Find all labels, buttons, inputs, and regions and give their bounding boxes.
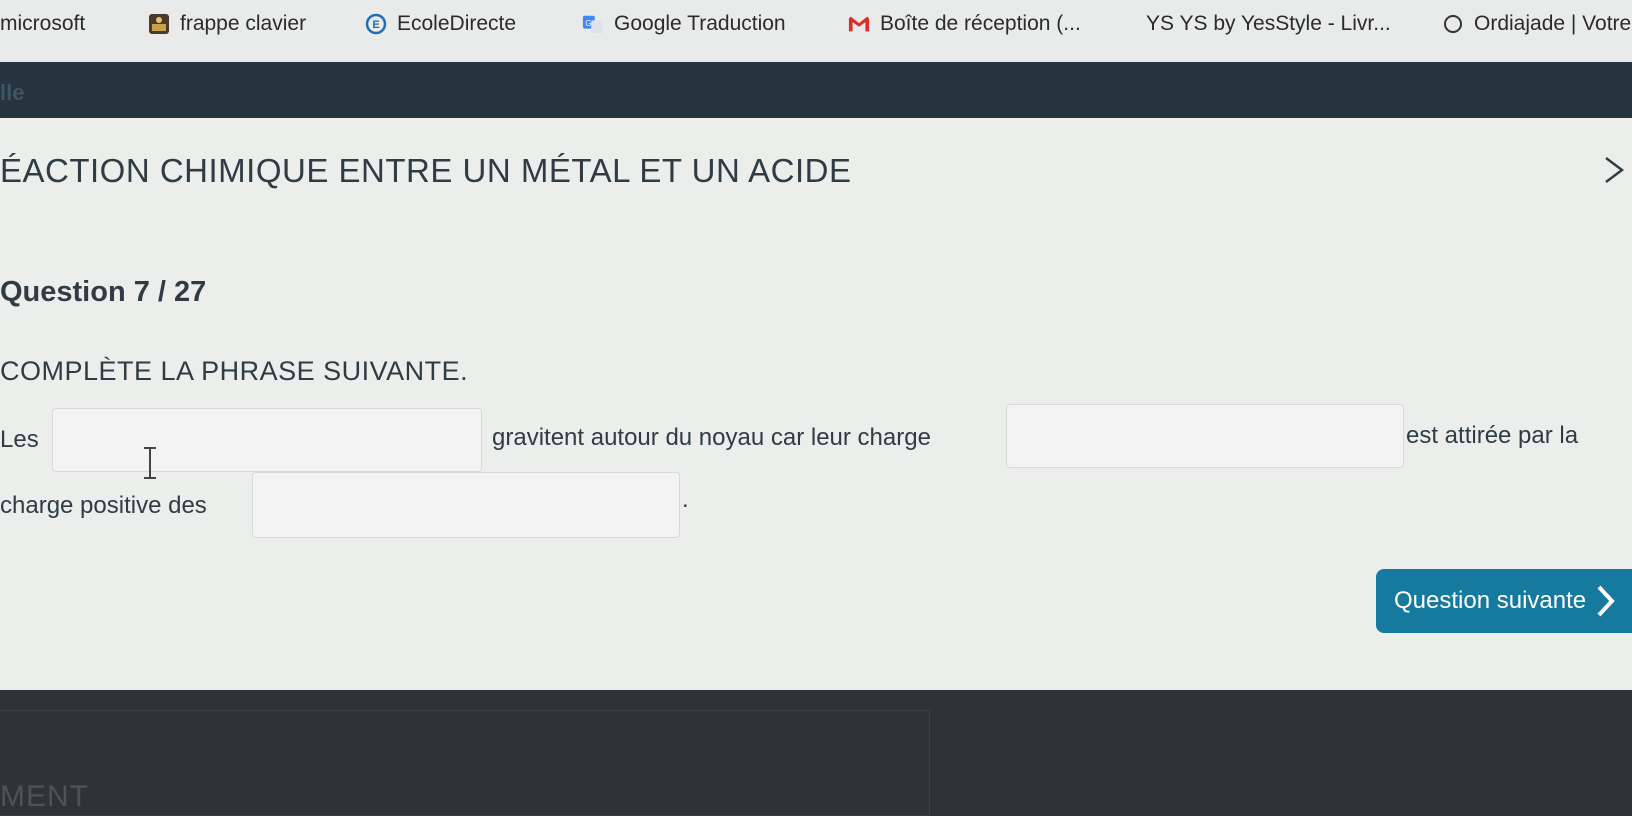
text-cursor-icon	[144, 447, 156, 479]
next-question-label: Question suivante	[1394, 587, 1587, 614]
bookmarks-bar: microsoft frappe clavier E EcoleDirecte …	[0, 0, 1632, 62]
blank-input-1[interactable]	[52, 408, 482, 472]
keyboard-app-icon	[148, 13, 170, 35]
page-title: ÉACTION CHIMIQUE ENTRE UN MÉTAL ET UN AC…	[0, 152, 852, 189]
chevron-right-icon[interactable]	[1602, 156, 1626, 184]
bookmark-label: Boîte de réception (...	[880, 12, 1081, 35]
footer-label: MENT	[0, 780, 89, 813]
bookmark-yesstyle[interactable]: YS YS by YesStyle - Livr...	[1146, 12, 1391, 36]
question-number: Question 7 / 27	[0, 276, 207, 308]
footer-panel	[0, 710, 930, 816]
sentence-part-2: gravitent autour du noyau car leur charg…	[492, 424, 931, 451]
bookmark-label: frappe clavier	[180, 12, 307, 35]
question-instruction: COMPLÈTE LA PHRASE SUIVANTE.	[0, 356, 469, 386]
gmail-icon	[848, 13, 870, 35]
google-translate-icon: G	[582, 13, 604, 35]
sentence-part-1: Les	[0, 426, 39, 453]
footer-area: MENT	[0, 690, 1632, 816]
bookmark-ordiajade[interactable]: Ordiajade | Votre	[1442, 12, 1631, 36]
chevron-right-icon	[1597, 585, 1615, 617]
sentence-period: .	[682, 486, 689, 513]
next-question-button[interactable]: Question suivante	[1376, 569, 1632, 633]
bookmark-ecoledirecte[interactable]: E EcoleDirecte	[365, 12, 516, 36]
bookmark-label: EcoleDirecte	[397, 12, 517, 35]
blank-input-3[interactable]	[252, 472, 680, 538]
bookmark-label: Google Traduction	[614, 12, 786, 35]
circle-icon	[1442, 13, 1464, 35]
bookmark-google-traduction[interactable]: G Google Traduction	[582, 12, 786, 36]
bookmark-gmail[interactable]: Boîte de réception (...	[848, 12, 1081, 36]
bookmark-label: YS YS by YesStyle - Livr...	[1146, 12, 1391, 35]
bookmark-microsoft[interactable]: microsoft	[0, 12, 85, 36]
page-header: lle	[0, 62, 1632, 120]
bookmark-label: microsoft	[0, 12, 86, 35]
bookmark-frappe-clavier[interactable]: frappe clavier	[148, 12, 306, 36]
svg-text:G: G	[585, 19, 591, 28]
blank-input-2[interactable]	[1006, 404, 1404, 468]
sentence-part-4: charge positive des	[0, 492, 207, 519]
quiz-panel: ÉACTION CHIMIQUE ENTRE UN MÉTAL ET UN AC…	[0, 118, 1632, 690]
bookmark-label: Ordiajade | Votre	[1474, 12, 1632, 35]
sentence-part-3: est attirée par la	[1406, 422, 1579, 449]
ecoledirecte-icon: E	[365, 13, 387, 35]
header-crumb: lle	[0, 80, 25, 105]
svg-text:E: E	[372, 19, 379, 31]
